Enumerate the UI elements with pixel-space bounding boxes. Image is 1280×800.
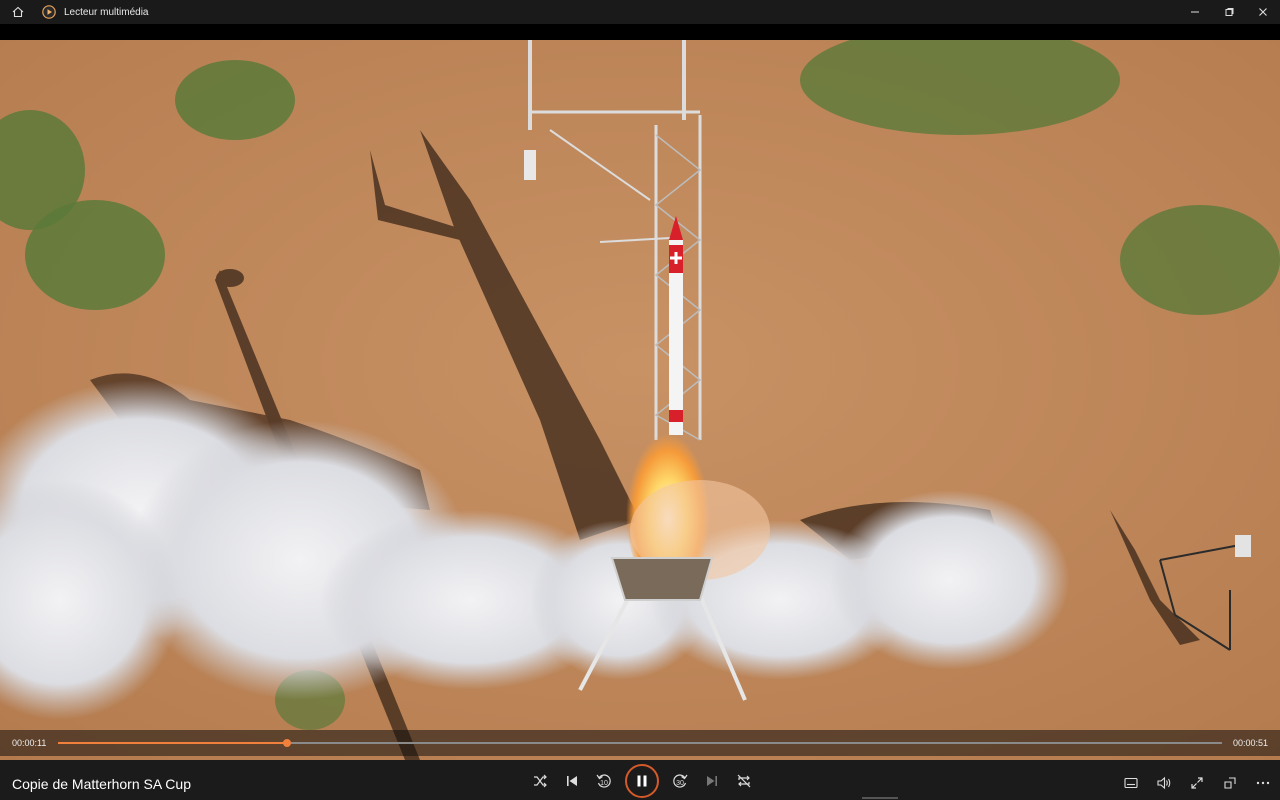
video-frame[interactable] <box>0 40 1280 760</box>
playback-controls: 10 30 <box>524 764 760 798</box>
video-image <box>0 40 1280 760</box>
repeat-button[interactable] <box>733 770 755 792</box>
fullscreen-icon <box>1191 777 1203 789</box>
home-button[interactable] <box>0 0 36 24</box>
pause-button[interactable] <box>625 764 659 798</box>
seek-thumb[interactable] <box>283 739 292 747</box>
rewind-10-icon: 10 <box>596 774 611 788</box>
close-icon <box>1259 8 1267 16</box>
mini-player-button[interactable] <box>1219 774 1241 792</box>
previous-button[interactable] <box>561 770 583 792</box>
forward-30-button[interactable]: 30 <box>669 770 691 792</box>
seek-progress <box>58 742 288 744</box>
subtitles-icon <box>1124 777 1138 789</box>
next-button[interactable] <box>701 770 723 792</box>
rewind-seconds-label: 10 <box>600 780 608 787</box>
total-time: 00:00:51 <box>1232 738 1268 748</box>
control-bar: Copie de Matterhorn SA Cup 10 30 <box>0 760 1280 800</box>
shuffle-button[interactable] <box>529 770 551 792</box>
repeat-off-icon <box>737 774 751 788</box>
rewind-10-button[interactable]: 10 <box>593 770 615 792</box>
media-player-icon <box>42 5 56 19</box>
forward-30-icon: 30 <box>673 774 688 788</box>
seek-track[interactable] <box>58 739 1222 747</box>
media-title: Copie de Matterhorn SA Cup <box>12 776 191 792</box>
hover-indicator <box>862 797 898 799</box>
rocket <box>669 216 683 435</box>
window-title: Lecteur multimédia <box>64 6 149 18</box>
current-time: 00:00:11 <box>12 738 47 748</box>
home-icon <box>12 6 24 18</box>
volume-icon <box>1157 776 1171 790</box>
seek-bar-row: 00:00:11 00:00:51 <box>0 730 1280 756</box>
mini-player-icon <box>1224 777 1236 789</box>
fullscreen-button[interactable] <box>1186 774 1208 792</box>
pause-icon <box>637 775 647 787</box>
minimize-button[interactable] <box>1178 0 1212 24</box>
shuffle-icon <box>534 774 547 788</box>
more-options-button[interactable] <box>1252 774 1274 792</box>
previous-icon <box>567 776 577 786</box>
secondary-controls <box>1109 774 1274 792</box>
subtitles-button[interactable] <box>1120 774 1142 792</box>
more-icon <box>1256 781 1270 785</box>
title-bar: Lecteur multimédia <box>0 0 1280 24</box>
minimize-icon <box>1191 11 1199 13</box>
maximize-button[interactable] <box>1212 0 1246 24</box>
letterbox <box>0 24 1280 40</box>
next-icon <box>707 776 717 786</box>
forward-seconds-label: 30 <box>676 780 684 787</box>
close-button[interactable] <box>1246 0 1280 24</box>
maximize-icon <box>1225 8 1234 16</box>
volume-button[interactable] <box>1153 774 1175 792</box>
